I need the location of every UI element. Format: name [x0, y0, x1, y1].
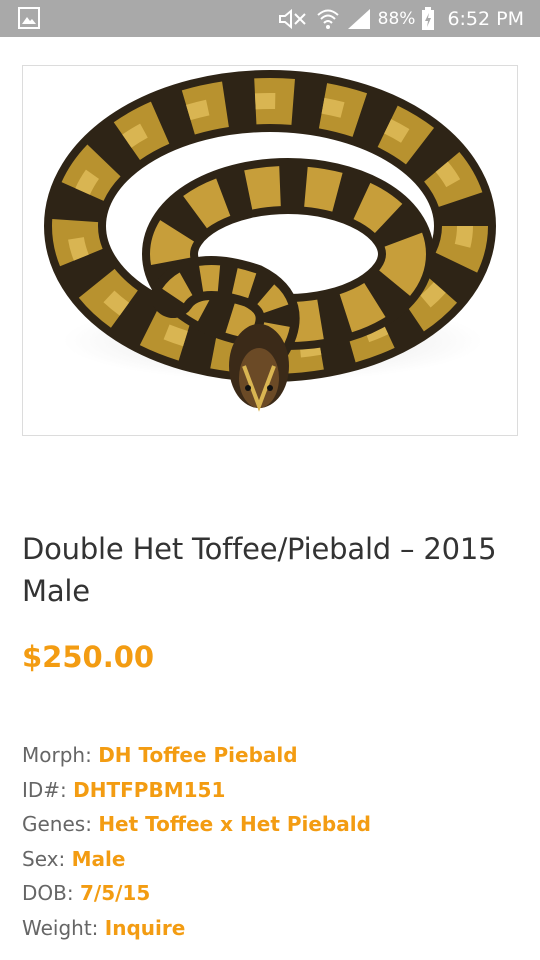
- signal-icon: [347, 8, 370, 29]
- spec-label: Morph:: [22, 743, 92, 767]
- spec-label: Genes:: [22, 812, 92, 836]
- spec-value: DH Toffee Piebald: [98, 743, 298, 767]
- spec-value: DHTFPBM151: [73, 777, 226, 802]
- product-image[interactable]: [22, 65, 518, 436]
- mute-icon: [278, 8, 306, 29]
- gallery-icon: [18, 7, 40, 29]
- product-title: Double Het Toffee/Piebald – 2015 Male: [22, 532, 497, 608]
- spec-value: Het Toffee x Het Piebald: [98, 812, 371, 836]
- spec-row-sex: Sex: Male: [22, 842, 522, 877]
- clock: 6:52 PM: [447, 7, 524, 30]
- spec-row-genes: Genes: Het Toffee x Het Piebald: [22, 807, 522, 842]
- spec-row-dob: DOB: 7/5/15: [22, 876, 522, 911]
- status-bar: 88% 6:52 PM: [0, 0, 540, 37]
- spec-row-morph: Morph: DH Toffee Piebald: [22, 738, 522, 773]
- spec-label: Weight:: [22, 915, 99, 940]
- spec-label: DOB:: [22, 881, 74, 905]
- battery-percent: 88%: [377, 8, 416, 29]
- product-price: $250.00: [22, 640, 155, 674]
- spec-label: ID#:: [22, 777, 67, 802]
- spec-row-weight: Weight: Inquire: [22, 911, 522, 946]
- product-specs: Morph: DH Toffee Piebald ID#: DHTFPBM151…: [22, 738, 522, 945]
- battery-charging-icon: [422, 6, 435, 30]
- spec-value: Inquire: [104, 915, 186, 940]
- snake-photo: [44, 70, 496, 412]
- wifi-icon: [316, 9, 339, 29]
- spec-row-id: ID#: DHTFPBM151: [22, 773, 522, 808]
- spec-label: Sex:: [22, 846, 66, 871]
- spec-value: 7/5/15: [79, 881, 151, 905]
- spec-value: Male: [71, 846, 126, 871]
